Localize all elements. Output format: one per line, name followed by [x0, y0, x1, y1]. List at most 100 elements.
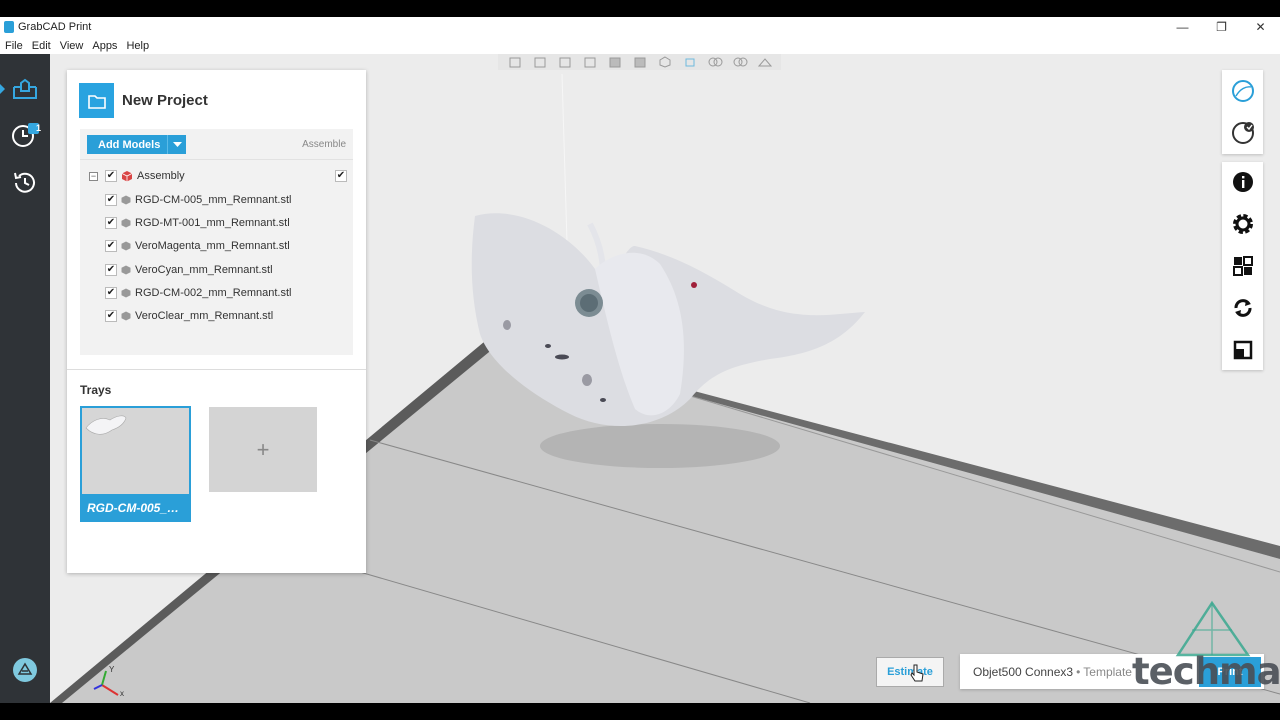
add-models-button[interactable]: Add Models [87, 135, 186, 154]
arrange-icon [1233, 256, 1253, 276]
view-right-icon[interactable] [577, 54, 602, 70]
top-letterbox [0, 0, 1280, 17]
globe-icon [1232, 80, 1254, 102]
model-checkbox[interactable]: ✔ [105, 264, 117, 276]
collapse-icon[interactable]: − [89, 171, 98, 181]
watermark-text: techma [1132, 650, 1280, 693]
scale-button[interactable] [1230, 337, 1256, 363]
maximize-button[interactable]: ❐ [1202, 17, 1241, 37]
add-tray-button[interactable]: + [209, 407, 317, 492]
assembly-checkbox[interactable]: ✔ [105, 170, 117, 182]
chevron-down-icon[interactable] [167, 135, 186, 154]
material-group [1222, 70, 1263, 154]
menu-edit[interactable]: Edit [32, 40, 51, 52]
printer-template: Template [1083, 664, 1132, 679]
rotate-icon [1234, 299, 1252, 317]
sidebar-item-queue[interactable]: 1 [9, 119, 41, 151]
model-icon [121, 218, 131, 228]
view-top-icon[interactable] [602, 54, 627, 70]
add-models-label: Add Models [98, 138, 161, 151]
axis-y-label: Y [109, 665, 115, 674]
material-view-button[interactable] [1230, 78, 1256, 104]
model-row[interactable]: ✔ RGD-CM-005_mm_Remnant.stl [105, 191, 291, 209]
title-bar: GrabCAD Print — ❐ ✕ [0, 17, 1280, 37]
menu-file[interactable]: File [5, 40, 23, 52]
sidebar-item-models[interactable] [9, 73, 41, 105]
model-row[interactable]: ✔ RGD-CM-002_mm_Remnant.stl [105, 284, 291, 302]
model-label: VeroCyan_mm_Remnant.stl [135, 264, 273, 276]
minimize-button[interactable]: — [1163, 17, 1202, 37]
history-icon [14, 172, 35, 193]
model-icon [121, 311, 131, 321]
model-checkbox[interactable]: ✔ [105, 310, 117, 322]
close-button[interactable]: ✕ [1241, 17, 1280, 37]
view-left-icon[interactable] [552, 54, 577, 70]
model-label: RGD-CM-002_mm_Remnant.stl [135, 287, 292, 299]
models-icon [13, 78, 37, 99]
view-measure-icon[interactable] [752, 54, 777, 70]
app-icon [4, 21, 14, 33]
model-checkbox[interactable]: ✔ [105, 240, 117, 252]
assembly-row[interactable]: − ✔ Assembly ✔ [89, 167, 349, 185]
material-check-button[interactable] [1230, 120, 1256, 146]
view-zoom-icon[interactable] [702, 54, 727, 70]
tools-group [1222, 162, 1263, 370]
view-zoom-all-icon[interactable] [727, 54, 752, 70]
view-fit-icon[interactable] [677, 54, 702, 70]
info-button[interactable] [1230, 169, 1256, 195]
tray-card[interactable]: RGD-CM-005_mm_Remnant [80, 406, 191, 522]
model-icon [121, 241, 131, 251]
assembly-label: Assembly [137, 170, 185, 182]
view-front-icon[interactable] [502, 54, 527, 70]
sidebar-item-history[interactable] [9, 167, 41, 199]
active-indicator [0, 84, 5, 94]
bottom-letterbox [0, 703, 1280, 720]
model-row[interactable]: ✔ RGD-MT-001_mm_Remnant.stl [105, 214, 290, 232]
menu-apps[interactable]: Apps [92, 40, 117, 52]
model-icon [121, 288, 131, 298]
right-toolbar [1222, 70, 1263, 370]
view-back-icon[interactable] [527, 54, 552, 70]
view-bottom-icon[interactable] [627, 54, 652, 70]
tray-thumbnail [82, 408, 189, 494]
axis-x-label: x [120, 689, 124, 698]
queue-badge: 1 [36, 123, 42, 133]
printer-separator: • [1076, 664, 1081, 679]
tray-name: RGD-CM-005_mm_Remnant [87, 501, 185, 515]
model-icon [121, 195, 131, 205]
assemble-button[interactable]: Assemble [302, 139, 346, 150]
view-toolbar [498, 54, 781, 70]
divider [67, 369, 366, 370]
folder-icon [79, 83, 114, 118]
scale-icon [1233, 340, 1253, 360]
model-checkbox[interactable]: ✔ [105, 217, 117, 229]
view-iso-icon[interactable] [652, 54, 677, 70]
model-label: RGD-CM-005_mm_Remnant.stl [135, 194, 292, 206]
model-label: RGD-MT-001_mm_Remnant.stl [135, 217, 290, 229]
project-title[interactable]: New Project [122, 92, 208, 109]
menu-view[interactable]: View [60, 40, 84, 52]
divider [80, 159, 353, 160]
assembly-icon [121, 171, 133, 182]
model-row[interactable]: ✔ VeroCyan_mm_Remnant.stl [105, 261, 273, 279]
model-checkbox[interactable]: ✔ [105, 287, 117, 299]
check-circle-icon [1232, 122, 1254, 144]
window-title: GrabCAD Print [18, 21, 92, 33]
menu-help[interactable]: Help [126, 40, 149, 52]
assembly-visibility-checkbox[interactable]: ✔ [335, 170, 347, 182]
cursor-hand-icon [910, 664, 924, 682]
sidebar-item-printers[interactable] [9, 654, 41, 686]
model-row[interactable]: ✔ VeroClear_mm_Remnant.stl [105, 307, 273, 325]
model-checkbox[interactable]: ✔ [105, 194, 117, 206]
trays-heading: Trays [80, 383, 112, 397]
project-panel: New Project Add Models Assemble − ✔ Asse… [67, 70, 366, 573]
model-label: VeroClear_mm_Remnant.stl [135, 310, 274, 322]
left-sidebar: 1 [0, 54, 50, 703]
arrange-button[interactable] [1230, 253, 1256, 279]
model-label: VeroMagenta_mm_Remnant.stl [135, 240, 290, 252]
rotate-button[interactable] [1230, 295, 1256, 321]
settings-button[interactable] [1230, 211, 1256, 237]
model-row[interactable]: ✔ VeroMagenta_mm_Remnant.stl [105, 237, 290, 255]
gear-icon [1233, 214, 1253, 234]
printer-status-icon [13, 658, 37, 682]
